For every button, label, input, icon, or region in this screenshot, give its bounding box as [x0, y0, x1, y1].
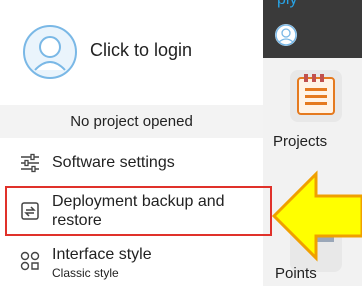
project-status-text: No project opened [70, 113, 193, 130]
navigation-drawer: Click to login No project opened Softwar… [0, 0, 272, 286]
menu-item-interface-style[interactable]: Interface style Classic style [0, 242, 263, 286]
user-avatar-icon [22, 24, 78, 80]
sliders-icon [20, 153, 40, 173]
login-label: Click to login [90, 40, 193, 60]
menu-item-deployment-backup[interactable]: Deployment backup and restore [0, 186, 272, 236]
backup-restore-icon [20, 201, 40, 221]
menu-item-label: Interface style [52, 246, 152, 263]
style-icon [20, 251, 40, 271]
app-title-partial: ply [277, 0, 297, 9]
projects-label: Projects [273, 133, 328, 150]
user-avatar-icon[interactable] [275, 24, 297, 46]
menu-item-label: Software settings [52, 154, 175, 171]
login-row[interactable]: Click to login [0, 0, 263, 100]
menu-item-label: Deployment backup and restore [52, 193, 225, 229]
menu-item-software-settings[interactable]: Software settings [0, 146, 263, 178]
app-top-bar: ply [263, 0, 362, 58]
points-label: Points [275, 265, 317, 282]
callout-arrow [271, 170, 362, 262]
projects-icon [290, 70, 342, 122]
menu-item-sublabel: Classic style [52, 266, 119, 280]
project-status-bar: No project opened [0, 105, 263, 138]
